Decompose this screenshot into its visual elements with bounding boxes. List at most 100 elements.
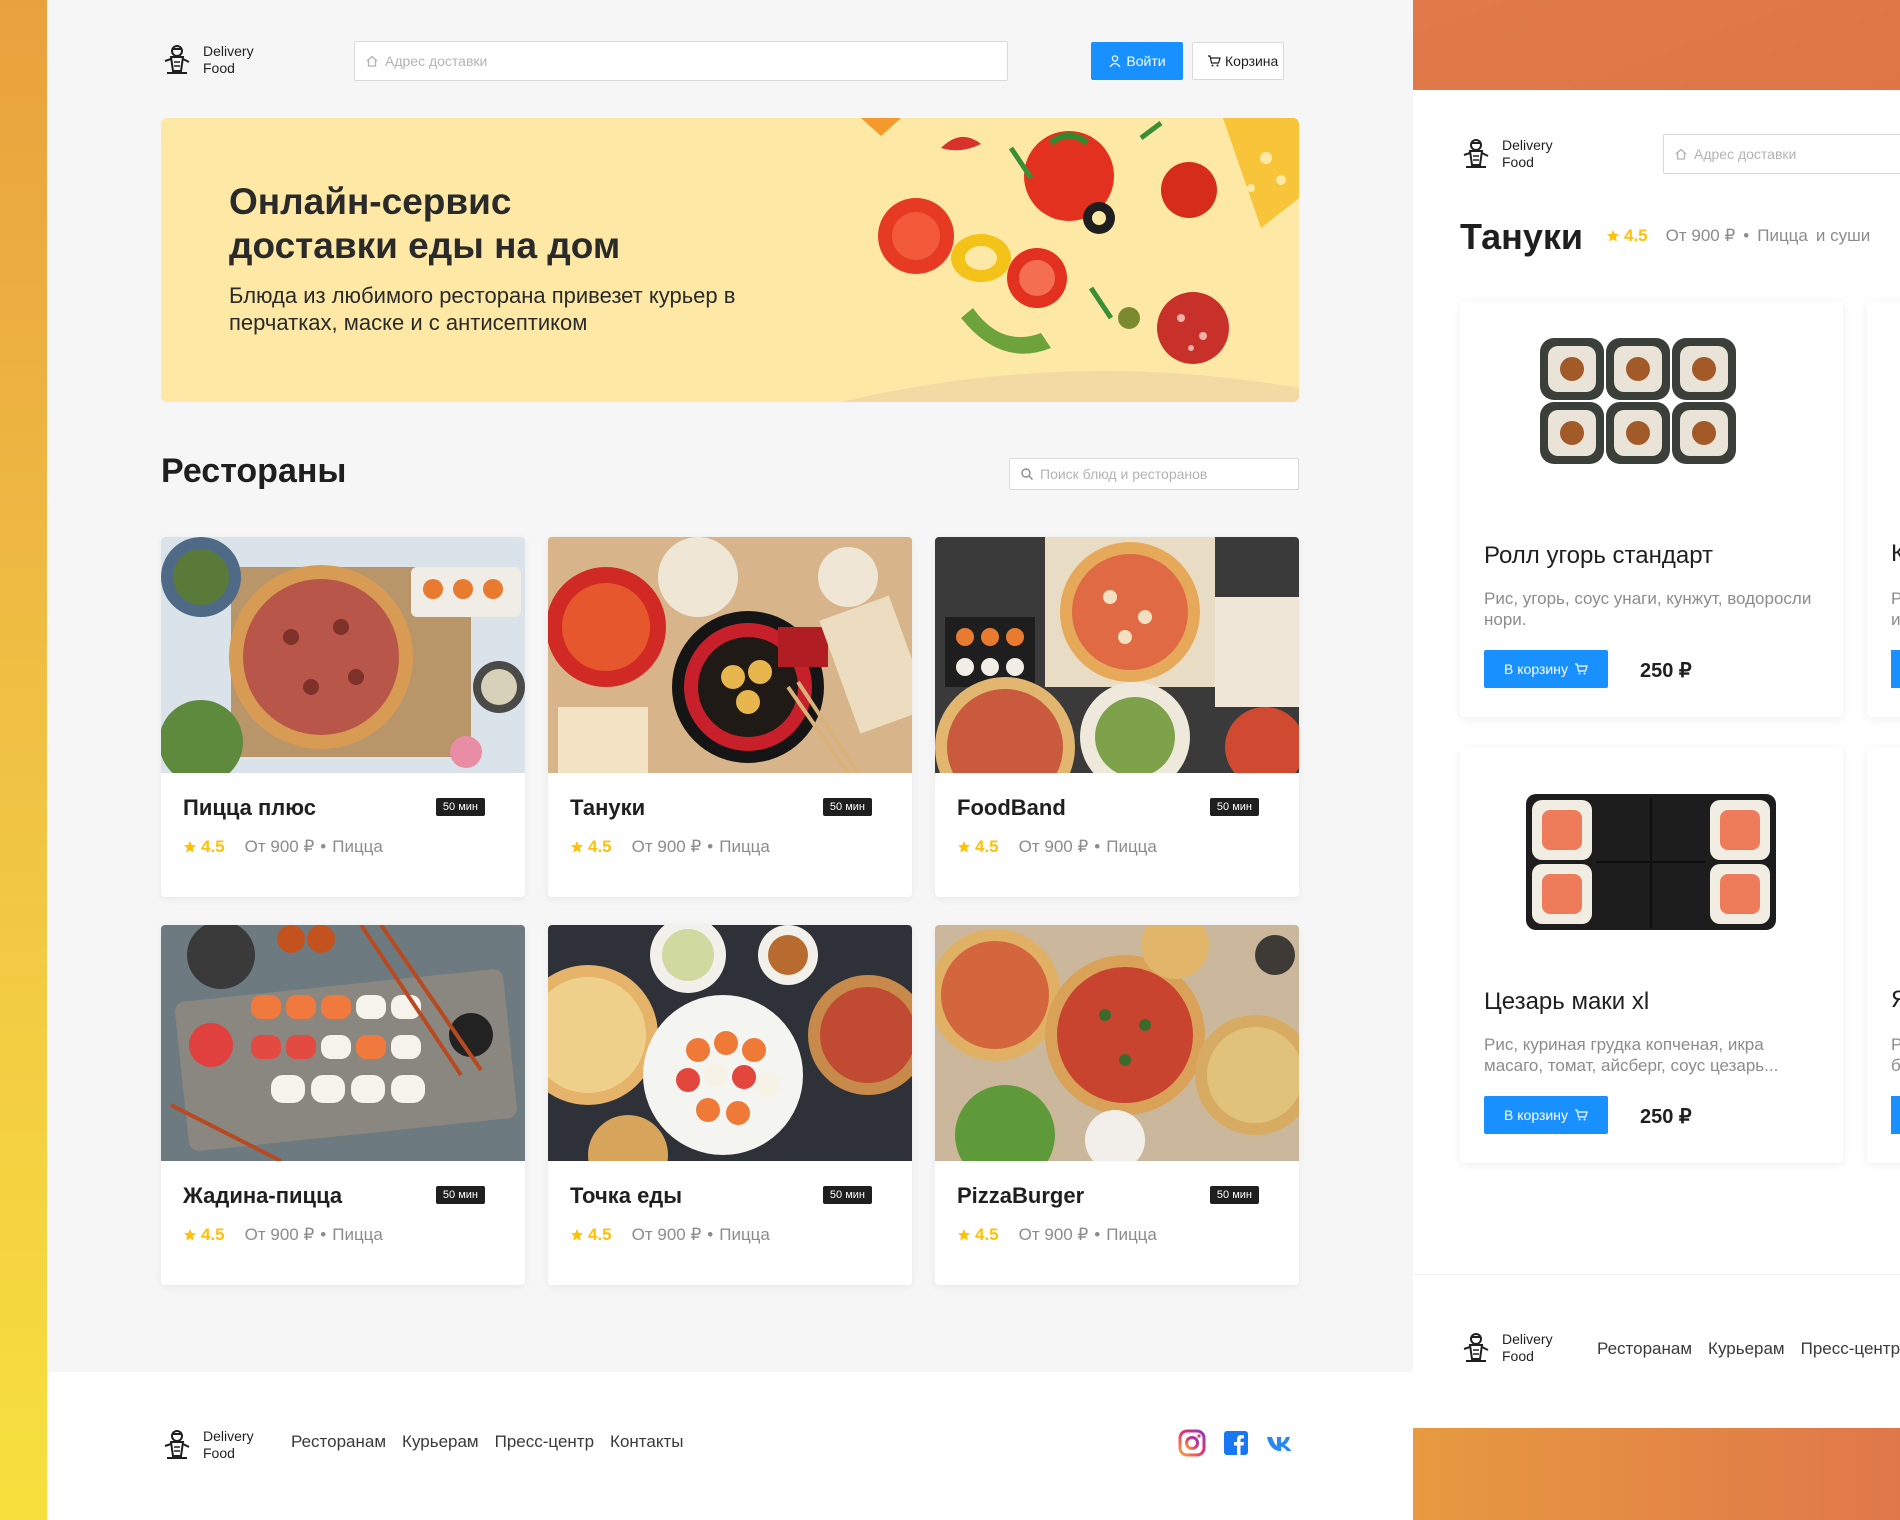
rating-value: 4.5 [201,837,225,856]
footer-link-restaurants[interactable]: Ресторанам [1597,1339,1692,1359]
header: Delivery Food Адрес доставки Войти Корзи… [161,40,1299,82]
restaurant-card[interactable]: Пицца плюс 50 мин 4.5 От 900 ₽ • Пицца [161,537,525,897]
footer-link-couriers[interactable]: Курьерам [402,1432,479,1452]
logo-icon [1463,139,1489,168]
footer-logo[interactable]: Delivery Food [1460,1331,1553,1365]
restaurant-image [935,537,1299,773]
instagram-icon[interactable] [1177,1428,1207,1458]
restaurant-meta: 4.5 От 900 ₽ • Пицца [570,837,770,857]
dish-name-partial: Я [1891,986,1900,1013]
star-icon [1607,230,1619,242]
footer-link-restaurants[interactable]: Ресторанам [291,1432,386,1452]
dish-description-partial: Р и [1891,589,1900,629]
section-title: Рестораны [161,452,347,490]
add-to-cart-button-partial[interactable] [1891,1096,1900,1134]
cart-label: Корзина [1225,53,1279,69]
facebook-icon[interactable] [1221,1428,1251,1458]
min-price: От 900 ₽ [244,837,315,856]
restaurant-rating: 4.5 [957,1225,999,1245]
footer-link-press[interactable]: Пресс-центр [1801,1339,1900,1359]
address-input[interactable]: Адрес доставки [1663,134,1900,174]
restaurant-card[interactable]: Точка еды 50 мин 4.5 От 900 ₽ • Пицца [548,925,912,1285]
delivery-time-badge: 50 мин [1209,798,1259,816]
food-search-input[interactable]: Поиск блюд и ресторанов [1009,458,1299,490]
add-to-cart-button[interactable]: В корзину [1484,1096,1608,1134]
footer-link-couriers[interactable]: Курьерам [1708,1339,1785,1359]
logo-line-2: Food [1502,154,1534,170]
login-button[interactable]: Войти [1091,42,1183,80]
restaurant-card[interactable]: PizzaBurger 50 мин 4.5 От 900 ₽ • Пицца [935,925,1299,1285]
star-icon [184,1229,196,1241]
restaurant-category: Пицца [1106,837,1157,856]
restaurant-name: Пицца плюс [183,795,316,820]
dish-description-partial: Р б [1891,1035,1900,1075]
logo-line-2: Food [203,60,235,76]
main-page: Delivery Food Адрес доставки Войти Корзи… [47,0,1413,1520]
footer-link-press[interactable]: Пресс-центр [495,1432,594,1452]
restaurant-name: FoodBand [957,795,1066,820]
rating-value: 4.5 [1624,226,1648,245]
min-price: От 900 ₽ [1018,1225,1089,1244]
restaurant-rating: 4.5 [1606,226,1648,246]
add-to-cart-button[interactable]: В корзину [1484,650,1608,688]
delivery-time-badge: 50 мин [822,1186,872,1204]
restaurant-meta: 4.5 От 900 ₽ • Пицца [183,1225,383,1245]
address-input[interactable]: Адрес доставки [354,41,1008,81]
social-links [1177,1428,1295,1458]
restaurant-name: Жадина-пицца [183,1183,343,1208]
logo[interactable]: Delivery Food [161,43,254,77]
footer-link-contacts[interactable]: Контакты [610,1432,683,1452]
logo-line-1: Delivery [203,43,254,59]
min-price: От 900 ₽ [631,1225,702,1244]
logo-line-2: Food [1502,1348,1534,1364]
dish-name: Цезарь маки xl [1484,988,1650,1015]
restaurant-card[interactable]: FoodBand 50 мин 4.5 От 900 ₽ • Пицца [935,537,1299,897]
dish-description: Рис, куриная грудка копченая, икра масаг… [1484,1035,1779,1075]
address-placeholder: Адрес доставки [1694,146,1797,162]
restaurant-rating: 4.5 [183,1225,225,1245]
restaurant-category: Пицца [1106,1225,1157,1244]
logo-text: Delivery Food [1502,137,1553,171]
min-price: От 900 ₽ [1665,226,1736,245]
logo-icon [164,45,190,74]
rating-value: 4.5 [588,837,612,856]
restaurant-category: Пицца [332,837,383,856]
restaurant-rating: 4.5 [957,837,999,857]
meta-separator: • [707,1225,714,1244]
restaurant-category: Пицца [332,1225,383,1244]
meta-separator: • [707,837,714,856]
restaurant-image [161,537,525,773]
delivery-time-badge: 50 мин [435,1186,485,1204]
address-placeholder: Адрес доставки [385,53,488,69]
home-icon [366,55,378,67]
cart-icon [1574,1109,1588,1121]
footer-nav: Ресторанам Курьерам Пресс-центр [1597,1339,1900,1359]
logo-line-1: Delivery [203,1428,254,1444]
meta-separator: • [1094,837,1101,856]
restaurant-meta: 4.5 От 900 ₽ • Пицца [957,837,1157,857]
delivery-time-badge: 50 мин [435,798,485,816]
add-to-cart-label: В корзину [1504,661,1568,677]
rating-value: 4.5 [201,1225,225,1244]
footer-logo[interactable]: Delivery Food [161,1428,254,1462]
login-label: Войти [1126,53,1166,69]
logo-line-1: Delivery [1502,137,1553,153]
restaurant-meta: 4.5 От 900 ₽ • Пицца [957,1225,1157,1245]
dish-description: Рис, угорь, соус унаги, кунжут, водоросл… [1484,589,1812,629]
restaurant-name: Тануки [570,795,646,820]
restaurant-card[interactable]: Тануки 50 мин 4.5 От 900 ₽ • Пицца [548,537,912,897]
restaurant-title: Тануки [1460,216,1584,257]
cart-button[interactable]: Корзина [1192,42,1284,80]
dish-card-partial: Я Р б [1867,748,1900,1163]
restaurant-category: Пицца [1757,226,1808,245]
restaurant-name: PizzaBurger [957,1183,1085,1208]
logo-line-2: Food [203,1445,235,1461]
vk-icon[interactable] [1265,1428,1295,1458]
restaurant-footer: Delivery Food Ресторанам Курьерам Пресс-… [1413,1274,1900,1428]
add-to-cart-button-partial[interactable] [1891,650,1900,688]
restaurant-name: Точка еды [570,1183,683,1208]
logo[interactable]: Delivery Food [1460,137,1553,171]
restaurant-page: Delivery Food Адрес доставки Тануки 4.5 … [1413,0,1900,1520]
restaurant-rating: 4.5 [570,837,612,857]
restaurant-card[interactable]: Жадина-пицца 50 мин 4.5 От 900 ₽ • Пицца [161,925,525,1285]
